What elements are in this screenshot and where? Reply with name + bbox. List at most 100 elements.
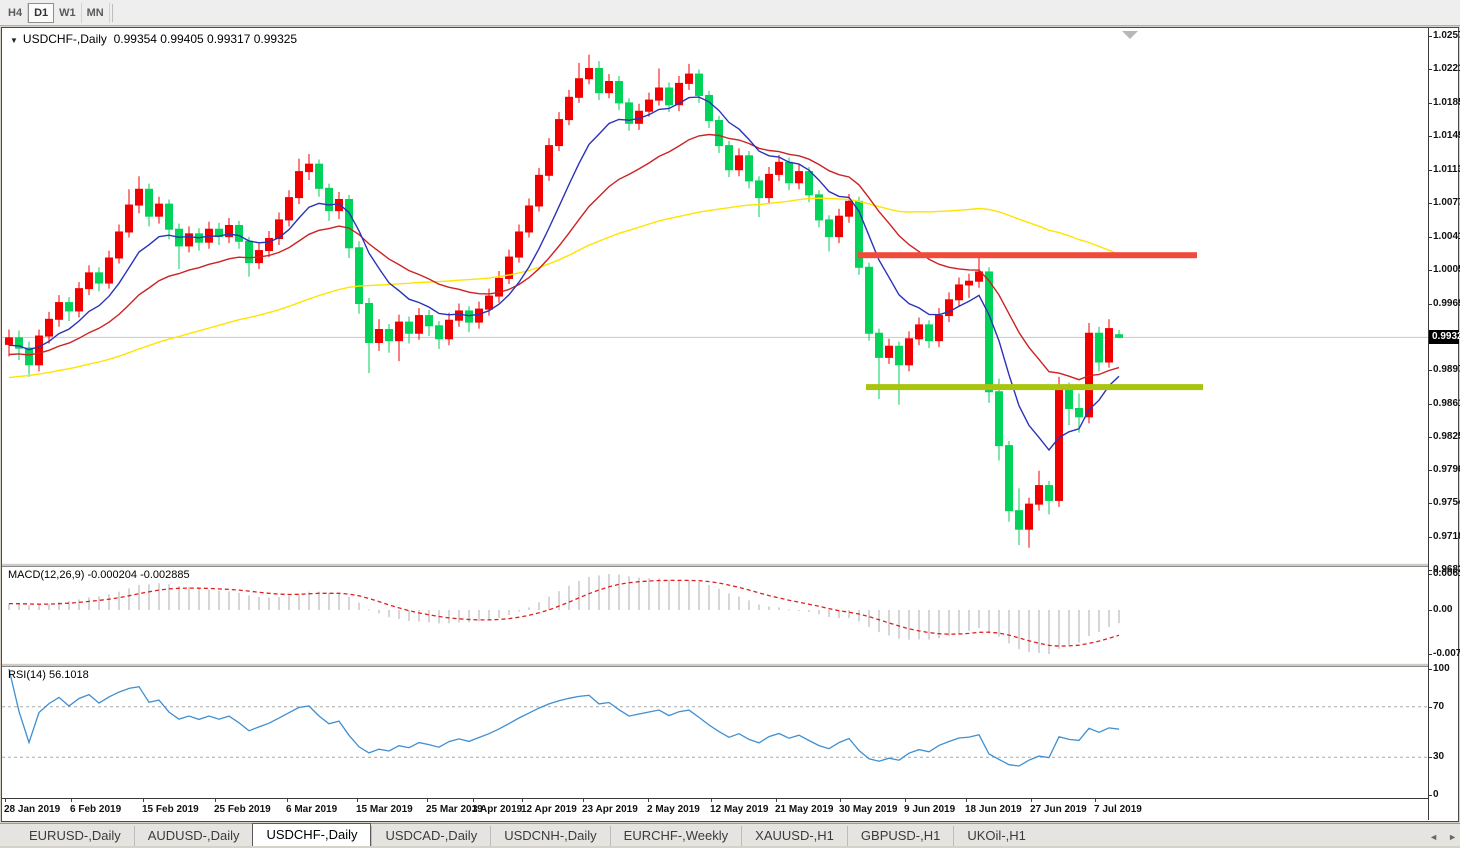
date-tick-mark xyxy=(357,799,358,802)
tab-usdcad[interactable]: USDCAD-,Daily xyxy=(371,826,490,846)
price-tick-label: 0.98610 xyxy=(1433,397,1460,409)
tab-gbpusd[interactable]: GBPUSD-,H1 xyxy=(846,826,953,846)
axis-tick-mark xyxy=(1429,574,1432,576)
date-tick-mark xyxy=(522,799,523,802)
price-tick-label: 1.00770 xyxy=(1433,197,1460,209)
tab-scroll-right-icon[interactable]: ► xyxy=(1448,832,1457,842)
resistance-line xyxy=(858,252,1197,259)
tab-audusd[interactable]: AUDUSD-,Daily xyxy=(133,826,253,846)
price-tick-label: 1.02570 xyxy=(1433,30,1460,41)
price-tick-label: 0.97900 xyxy=(1433,463,1460,475)
date-tick-label: 6 Mar 2019 xyxy=(286,804,338,815)
price-chart-canvas[interactable] xyxy=(2,28,1428,563)
macd-canvas[interactable] xyxy=(2,567,1428,663)
date-tick-mark xyxy=(427,799,428,802)
date-tick-label: 18 Jun 2019 xyxy=(965,804,1022,815)
date-tick-label: 12 May 2019 xyxy=(710,804,769,815)
toolbar-separator xyxy=(111,3,113,22)
date-tick-label: 2 May 2019 xyxy=(647,804,700,815)
date-tick-label: 7 Jul 2019 xyxy=(1094,804,1142,815)
date-tick-label: 9 Jun 2019 xyxy=(904,804,956,815)
macd-panel[interactable]: MACD(12,26,9) -0.000204 -0.002885 xyxy=(2,567,1428,663)
tab-usdcnh[interactable]: USDCNH-,Daily xyxy=(490,826,609,846)
axis-tick-mark xyxy=(1429,654,1432,656)
timeframe-toolbar: H4 D1 W1 MN xyxy=(0,0,1460,26)
axis-tick-mark xyxy=(1429,270,1432,272)
axis-tick-mark xyxy=(1429,203,1432,205)
date-axis[interactable]: 28 Jan 2019 6 Feb 2019 15 Feb 2019 25 Feb 2… xyxy=(2,798,1428,820)
date-tick-label: 25 Feb 2019 xyxy=(214,804,271,815)
price-panel[interactable]: ▼ USDCHF-,Daily 0.99354 0.99405 0.99317 0… xyxy=(2,28,1428,563)
tab-scroll-arrows: ◄ ► xyxy=(1429,832,1457,842)
chart-ohlc-values: 0.99354 0.99405 0.99317 0.99325 xyxy=(113,32,298,46)
rsi-label: RSI(14) 56.1018 xyxy=(8,669,89,681)
rsi-canvas[interactable] xyxy=(2,667,1428,798)
axis-tick-mark xyxy=(1429,503,1432,505)
axis-tick-mark xyxy=(1429,610,1432,611)
rsi-line xyxy=(8,668,1120,767)
macd-tick-label: 0.00613 xyxy=(1433,568,1460,580)
rsi-tick-label: 30 xyxy=(1433,751,1445,763)
timeframe-button-w1[interactable]: W1 xyxy=(54,2,82,23)
macd-tick-label: -0.00761 xyxy=(1433,648,1460,660)
date-tick-mark xyxy=(143,799,144,802)
tab-eurchf[interactable]: EURCHF-,Weekly xyxy=(609,826,742,846)
tab-ukoil[interactable]: UKOil-,H1 xyxy=(953,826,1039,846)
symbol-tab-bar: EURUSD-,Daily AUDUSD-,Daily USDCHF-,Daily U… xyxy=(0,823,1460,846)
axis-tick-mark xyxy=(1429,706,1432,708)
macd-tick-label: 0.00 xyxy=(1433,604,1453,615)
chart-title: ▼ USDCHF-,Daily 0.99354 0.99405 0.99317 0… xyxy=(10,32,297,46)
price-tick-label: 0.97540 xyxy=(1433,497,1460,509)
rsi-panel[interactable]: RSI(14) 56.1018 xyxy=(2,667,1428,798)
tab-xauusd[interactable]: XAUUSD-,H1 xyxy=(741,826,847,846)
date-tick-label: 12 Apr 2019 xyxy=(521,804,577,815)
chart-area: ▼ USDCHF-,Daily 0.99354 0.99405 0.99317 0… xyxy=(2,28,1428,820)
date-tick-mark xyxy=(776,799,777,802)
price-tick-label: 0.98250 xyxy=(1433,431,1460,443)
date-tick-mark xyxy=(215,799,216,802)
chart-shift-marker-icon xyxy=(1122,31,1138,39)
price-tick-label: 1.00410 xyxy=(1433,230,1460,242)
price-tick-label: 1.02210 xyxy=(1433,63,1460,75)
date-tick-mark xyxy=(71,799,72,802)
price-axis[interactable]: 1.02570 1.02210 1.01850 1.01490 1.01130 1.007… xyxy=(1428,28,1460,820)
date-tick-mark xyxy=(5,799,6,802)
ma-fast-line xyxy=(8,96,1120,452)
date-tick-label: 21 May 2019 xyxy=(775,804,834,815)
date-tick-label: 15 Mar 2019 xyxy=(356,804,413,815)
tab-eurusd[interactable]: EURUSD-,Daily xyxy=(16,826,134,846)
date-tick-mark xyxy=(583,799,584,802)
date-tick-mark xyxy=(905,799,906,802)
axis-tick-mark xyxy=(1429,757,1432,759)
date-tick-mark xyxy=(1031,799,1032,802)
date-tick-mark xyxy=(711,799,712,802)
date-tick-label: 28 Jan 2019 xyxy=(4,804,61,815)
rsi-tick-label: 0 xyxy=(1433,789,1439,800)
timeframe-button-mn[interactable]: MN xyxy=(82,2,110,23)
timeframe-button-h4[interactable]: H4 xyxy=(3,2,29,23)
chart-symbol-label: USDCHF-,Daily xyxy=(22,32,107,46)
macd-label: MACD(12,26,9) -0.000204 -0.002885 xyxy=(8,569,190,581)
date-tick-mark xyxy=(1095,799,1096,802)
date-tick-label: 30 May 2019 xyxy=(839,804,898,815)
ma-slow-line xyxy=(8,197,1120,379)
axis-tick-mark xyxy=(1429,570,1432,572)
date-tick-label: 27 Jun 2019 xyxy=(1030,804,1087,815)
axis-tick-mark xyxy=(1429,36,1432,37)
axis-tick-mark xyxy=(1429,69,1432,71)
date-tick-label: 23 Apr 2019 xyxy=(582,804,638,815)
axis-tick-mark xyxy=(1429,536,1432,538)
date-tick-mark xyxy=(287,799,288,802)
timeframe-button-d1[interactable]: D1 xyxy=(28,2,55,23)
axis-tick-mark xyxy=(1429,403,1432,405)
chart-window: ▼ USDCHF-,Daily 0.99354 0.99405 0.99317 0… xyxy=(1,27,1460,822)
axis-tick-mark xyxy=(1429,795,1432,796)
date-tick-label: 6 Feb 2019 xyxy=(70,804,122,815)
axis-tick-mark xyxy=(1429,102,1432,104)
date-tick-label: 15 Feb 2019 xyxy=(142,804,199,815)
tab-usdchf[interactable]: USDCHF-,Daily xyxy=(252,823,372,846)
axis-tick-mark xyxy=(1429,437,1432,439)
collapse-triangle-icon[interactable]: ▼ xyxy=(10,36,18,45)
tab-scroll-left-icon[interactable]: ◄ xyxy=(1429,832,1438,842)
price-tick-label: 0.98970 xyxy=(1433,364,1460,376)
